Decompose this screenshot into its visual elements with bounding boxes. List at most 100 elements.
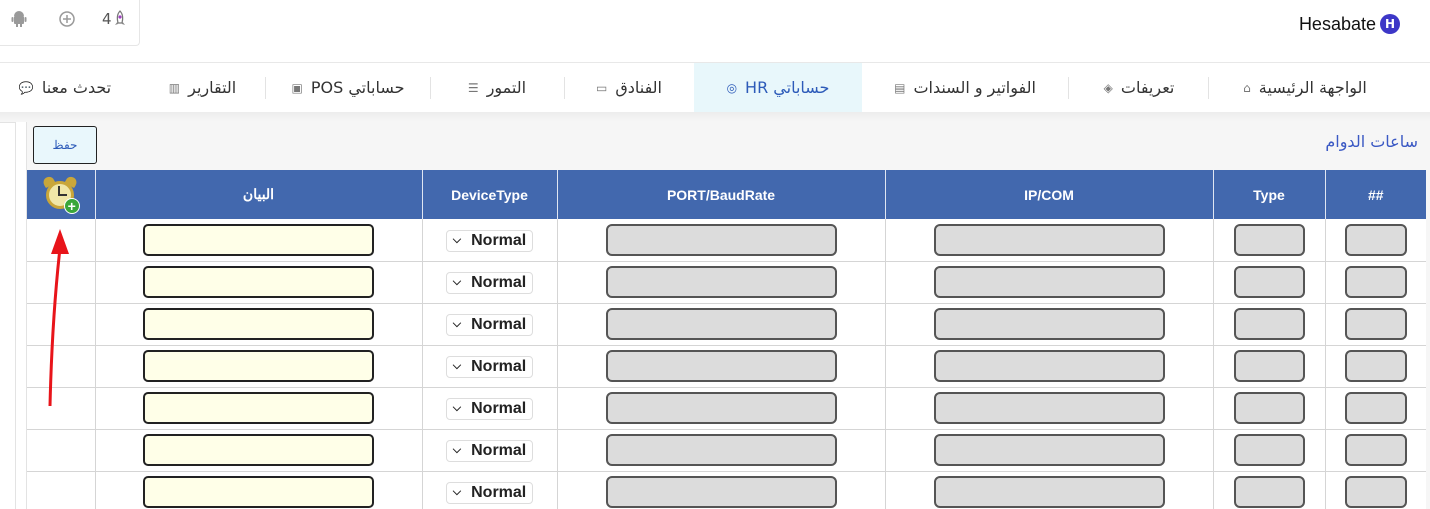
ip-cell [885, 261, 1214, 304]
description-cell [95, 471, 423, 509]
port-cell [557, 219, 886, 262]
ip-input[interactable] [933, 392, 1165, 424]
table-header-row: + البيان DeviceType PORT/BaudRate IP/COM… [27, 170, 1426, 219]
home-icon: ⌂ [1243, 80, 1251, 95]
nav-item-chat[interactable]: تحدث معنا 💬 [4, 63, 126, 112]
port-cell [557, 261, 886, 304]
nav-item-reports[interactable]: التقارير ▥ [140, 63, 265, 112]
table-row: ⌵ Normal [27, 261, 1426, 304]
android-icon[interactable] [10, 10, 28, 32]
device-type-select[interactable]: ⌵ Normal [445, 271, 534, 294]
device-type-cell: ⌵ Normal [422, 387, 558, 430]
column-header-port: PORT/BaudRate [557, 170, 886, 219]
device-type-select[interactable]: ⌵ Normal [445, 313, 534, 336]
target-icon: ◎ [726, 80, 738, 95]
device-type-cell: ⌵ Normal [422, 303, 558, 346]
device-type-cell: ⌵ Normal [422, 429, 558, 472]
ip-input[interactable] [933, 266, 1165, 298]
ip-input[interactable] [933, 223, 1165, 256]
number-cell [1325, 303, 1426, 346]
table-row: ⌵ Normal [27, 429, 1426, 472]
ip-input[interactable] [933, 434, 1165, 466]
port-input[interactable] [605, 392, 837, 424]
port-input[interactable] [605, 350, 837, 382]
number-cell [1325, 219, 1426, 262]
nav-item-home[interactable]: الواجهة الرئيسية ⌂ [1210, 63, 1400, 112]
description-cell [95, 387, 423, 430]
ip-input[interactable] [933, 350, 1165, 382]
device-type-select[interactable]: ⌵ Normal [445, 355, 534, 378]
number-input[interactable] [1344, 434, 1407, 466]
nav-divider [564, 77, 565, 99]
main-nav: الواجهة الرئيسية ⌂ تعريفات ◈ الفواتير و … [0, 62, 1430, 112]
device-type-cell: ⌵ Normal [422, 345, 558, 388]
description-input[interactable] [143, 476, 374, 508]
type-input[interactable] [1233, 308, 1305, 340]
ip-cell [885, 345, 1214, 388]
type-input[interactable] [1233, 392, 1305, 424]
device-type-value: Normal [471, 483, 527, 501]
number-input[interactable] [1344, 223, 1407, 256]
port-input[interactable] [605, 266, 837, 298]
port-input[interactable] [605, 223, 837, 256]
nav-item-hr[interactable]: حساباتي HR ◎ [694, 63, 862, 112]
nav-divider [265, 77, 266, 99]
nav-item-dates[interactable]: التمور ☰ [430, 63, 564, 112]
number-input[interactable] [1344, 392, 1407, 424]
number-input[interactable] [1344, 266, 1407, 298]
description-input[interactable] [143, 392, 374, 424]
type-cell [1213, 345, 1326, 388]
device-type-select[interactable]: ⌵ Normal [445, 481, 534, 504]
nav-divider [1208, 77, 1209, 99]
ip-input[interactable] [933, 308, 1165, 340]
device-type-value: Normal [471, 441, 527, 459]
description-input[interactable] [143, 434, 374, 466]
nav-item-pos[interactable]: حساباتي POS ▣ [266, 63, 430, 112]
ip-cell [885, 471, 1214, 509]
nav-item-definitions[interactable]: تعريفات ◈ [1070, 63, 1208, 112]
type-input[interactable] [1233, 434, 1305, 466]
description-input[interactable] [143, 308, 374, 340]
add-alarm-header[interactable]: + [27, 170, 96, 219]
column-header-description: البيان [95, 170, 423, 219]
table-row: ⌵ Normal [27, 387, 1426, 430]
port-input[interactable] [605, 476, 837, 508]
number-input[interactable] [1344, 476, 1407, 508]
device-type-select[interactable]: ⌵ Normal [445, 229, 534, 252]
devices-table: + البيان DeviceType PORT/BaudRate IP/COM… [27, 170, 1426, 509]
number-input[interactable] [1344, 350, 1407, 382]
description-cell [95, 219, 423, 262]
brand-logo[interactable]: Hesabate H [1299, 10, 1400, 38]
number-input[interactable] [1344, 308, 1407, 340]
chevron-down-icon: ⌵ [452, 444, 462, 457]
page-title: ساعات الدوام [1325, 132, 1418, 151]
type-input[interactable] [1233, 223, 1305, 256]
row-empty-cell [27, 471, 96, 509]
add-alarm-clock-icon[interactable]: + [41, 174, 80, 214]
top-bar: 4 Hesabate H [0, 0, 1430, 62]
rocket-icon[interactable] [111, 10, 129, 32]
type-input[interactable] [1233, 350, 1305, 382]
save-button[interactable]: حفظ [33, 126, 97, 164]
chevron-down-icon: ⌵ [452, 360, 462, 373]
description-input[interactable] [143, 266, 374, 298]
type-input[interactable] [1233, 266, 1305, 298]
chat-icon: 💬 [18, 80, 34, 95]
column-header-number: ## [1325, 170, 1426, 219]
port-input[interactable] [605, 308, 837, 340]
description-cell [95, 429, 423, 472]
device-type-select[interactable]: ⌵ Normal [445, 439, 534, 462]
port-input[interactable] [605, 434, 837, 466]
nav-item-invoices[interactable]: الفواتير و السندات ▤ [862, 63, 1068, 112]
plus-circle-icon[interactable] [58, 10, 76, 32]
description-input[interactable] [143, 350, 374, 382]
chevron-down-icon: ⌵ [452, 234, 462, 246]
device-type-value: Normal [471, 315, 527, 333]
type-input[interactable] [1233, 476, 1305, 508]
description-input[interactable] [143, 223, 374, 256]
nav-item-hotels[interactable]: الفنادق ▭ [564, 63, 694, 112]
ip-input[interactable] [933, 476, 1165, 508]
number-cell [1325, 345, 1426, 388]
device-type-select[interactable]: ⌵ Normal [445, 397, 534, 420]
device-type-value: Normal [471, 231, 527, 249]
